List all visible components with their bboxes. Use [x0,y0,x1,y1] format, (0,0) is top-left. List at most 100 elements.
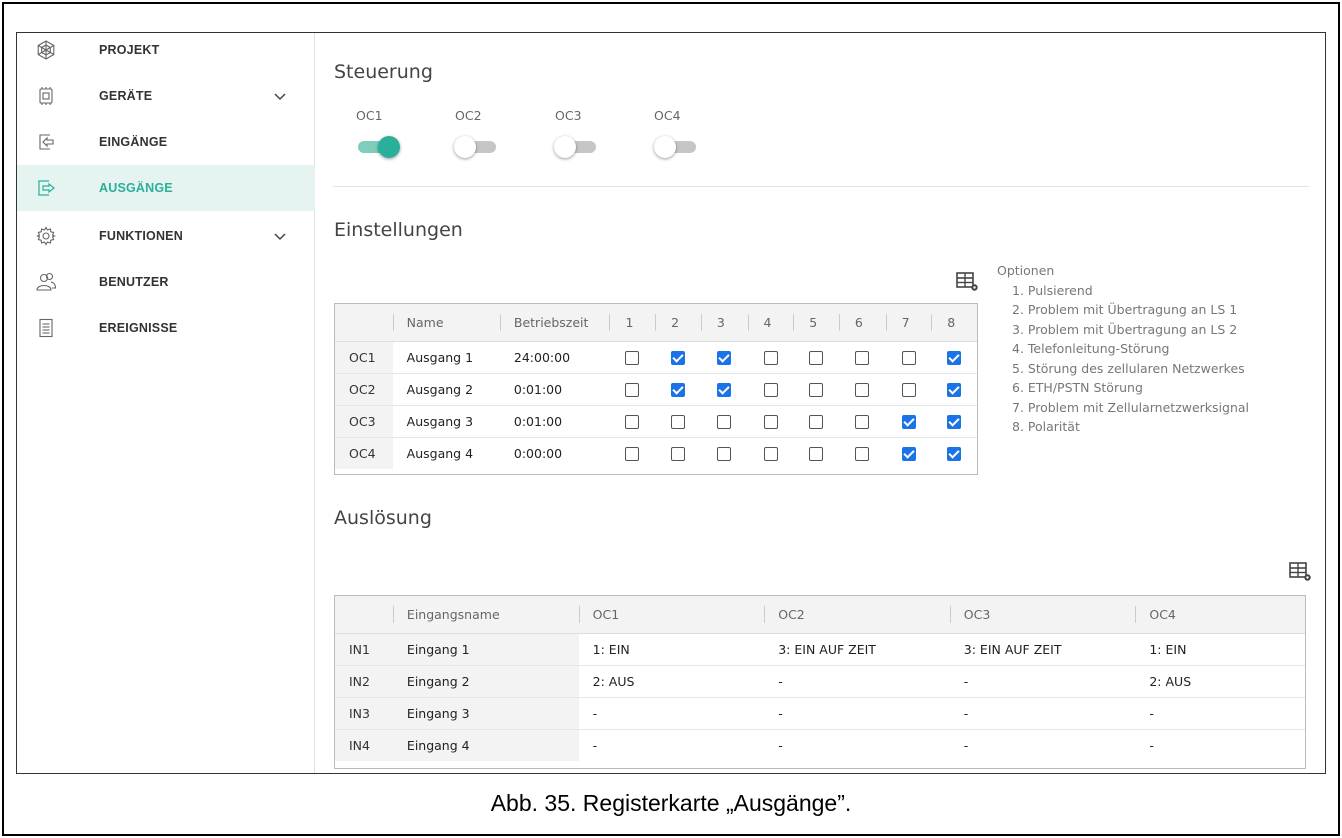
trigger-cell-oc1[interactable]: 1: EIN [578,633,765,666]
option-4-checkbox[interactable] [763,382,778,397]
trigger-cell-oc3[interactable]: - [949,665,1136,698]
sidebar-item-benutzer[interactable]: BENUTZER [17,259,315,305]
header-blank [335,304,393,342]
input-name: Eingang 2 [392,665,579,698]
option-8-checkbox[interactable] [947,350,962,365]
option-5-checkbox[interactable] [809,414,824,429]
table-row[interactable]: IN3 Eingang 3---- [335,697,1305,730]
option-8-checkbox[interactable] [947,447,962,461]
option-2-checkbox[interactable] [671,350,686,365]
trigger-cell-oc2[interactable]: - [764,697,950,730]
trigger-cell-oc3[interactable]: 3: EIN AUF ZEIT [949,633,1136,666]
trigger-cell-oc1[interactable]: 2: AUS [578,665,765,698]
trigger-cell-oc2[interactable]: 3: EIN AUF ZEIT [764,633,950,666]
option-1-checkbox[interactable] [625,382,640,397]
header-oc1[interactable]: OC1 [578,596,765,634]
output-name[interactable]: Ausgang 2 [392,373,500,406]
option-6-checkbox[interactable] [854,350,869,365]
option-8-checkbox[interactable] [947,414,962,429]
option-6-checkbox[interactable] [854,414,869,429]
sidebar-item-funktionen[interactable]: FUNKTIONEN [17,213,315,259]
trigger-cell-oc4[interactable]: 1: EIN [1135,633,1305,666]
header-oc2[interactable]: OC2 [764,596,950,634]
operation-time[interactable]: 0:00:00 [500,437,610,469]
option-3-checkbox[interactable] [716,414,731,429]
table-row[interactable]: IN4 Eingang 4---- [335,729,1305,761]
option-1-checkbox[interactable] [625,447,640,461]
sidebar-item-ereignisse[interactable]: EREIGNISSE [17,305,315,351]
sidebar-item-geraete[interactable]: GERÄTE [17,73,315,119]
option-7-checkbox[interactable] [901,414,916,429]
option-5-checkbox[interactable] [809,350,824,365]
toggle-oc3[interactable] [554,135,598,158]
toggle-label-oc4: OC4 [654,108,681,123]
input-name: Eingang 4 [392,729,579,761]
operation-time[interactable]: 0:01:00 [499,405,610,438]
table-row[interactable]: OC3 Ausgang 3 0:01:00 [335,405,977,438]
figure-caption: Abb. 35. Registerkarte „Ausgänge”. [490,790,852,816]
option-2-checkbox[interactable] [671,414,686,429]
trigger-cell-oc4[interactable]: - [1135,729,1305,761]
sidebar-item-projekt[interactable]: PROJEKT [17,33,315,73]
table-row[interactable]: OC1 Ausgang 1 24:00:00 [335,341,977,374]
header-betriebszeit[interactable]: Betriebszeit [499,304,610,342]
option-6-checkbox[interactable] [854,447,869,461]
chevron-down-icon[interactable] [273,89,287,103]
header-option-2: 2 [655,304,701,342]
option-4-checkbox[interactable] [763,447,778,461]
sidebar-item-ausgaenge[interactable]: AUSGÄNGE [17,165,315,211]
trigger-cell-oc2[interactable]: - [764,665,950,698]
table-row[interactable]: IN2 Eingang 2 2: AUS - -2: AUS [335,665,1305,698]
option-4-checkbox[interactable] [763,414,778,429]
trigger-table: Eingangsname OC1 OC2 OC3 OC4 IN1 Eingang … [334,595,1306,769]
option-3-checkbox[interactable] [716,447,731,461]
operation-time[interactable]: 24:00:00 [499,341,610,374]
output-name[interactable]: Ausgang 4 [393,437,500,469]
option-8-checkbox[interactable] [947,382,962,397]
table-row[interactable]: OC2 Ausgang 2 0:01:00 [335,373,977,406]
header-eingangsname[interactable]: Eingangsname [392,596,579,634]
option-1-checkbox[interactable] [625,414,640,429]
trigger-cell-oc4[interactable]: 2: AUS [1135,665,1305,698]
trigger-cell-oc3[interactable]: - [949,697,1136,730]
option-3-checkbox[interactable] [716,382,731,397]
toggle-oc1[interactable] [356,135,400,158]
option-6-checkbox[interactable] [854,382,869,397]
table-row[interactable]: IN1 Eingang 1 1: EIN 3: EIN AUF ZEIT 3: EIN … [335,633,1305,666]
header-option-4: 4 [747,304,794,342]
table-settings-icon[interactable] [956,271,980,293]
row-id: IN1 [335,633,393,666]
option-5-checkbox[interactable] [809,382,824,397]
table-settings-icon[interactable] [1289,561,1313,583]
operation-time[interactable]: 0:01:00 [499,373,610,406]
option-7-checkbox[interactable] [901,350,916,365]
chevron-down-icon[interactable] [273,229,287,243]
output-name[interactable]: Ausgang 3 [392,405,500,438]
option-7-checkbox[interactable] [901,447,916,461]
row-id: OC2 [335,373,393,406]
option-2-checkbox[interactable] [671,447,686,461]
row-id: IN3 [335,697,393,730]
trigger-cell-oc2[interactable]: - [764,729,950,761]
header-oc3[interactable]: OC3 [949,596,1136,634]
main-content: Steuerung OC1 OC2 OC3 OC4 Einstellungen [316,33,1325,773]
option-5-checkbox[interactable] [809,447,824,461]
toggle-oc4[interactable] [654,135,698,158]
trigger-cell-oc3[interactable]: - [950,729,1136,761]
trigger-cell-oc1[interactable]: - [579,729,765,761]
option-2-checkbox[interactable] [671,382,686,397]
option-7-checkbox[interactable] [901,382,916,397]
option-1-checkbox[interactable] [625,350,640,365]
option-3-checkbox[interactable] [716,350,731,365]
trigger-cell-oc1[interactable]: - [578,697,765,730]
header-blank [335,596,393,634]
output-name[interactable]: Ausgang 1 [392,341,500,374]
header-name[interactable]: Name [392,304,500,342]
header-oc4[interactable]: OC4 [1135,596,1305,634]
sidebar-item-eingaenge[interactable]: EINGÄNGE [17,119,315,165]
toggle-oc2[interactable] [454,135,498,158]
sidebar-item-label: GERÄTE [99,89,153,103]
option-4-checkbox[interactable] [763,350,778,365]
table-row[interactable]: OC4 Ausgang 4 0:00:00 [335,437,977,469]
trigger-cell-oc4[interactable]: - [1135,697,1305,730]
